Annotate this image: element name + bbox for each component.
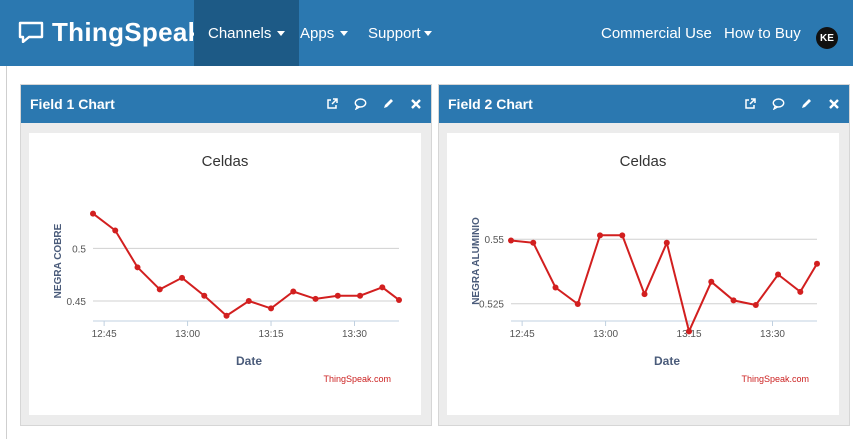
- x-tick-label: 13:00: [593, 329, 618, 340]
- close-icon[interactable]: [409, 97, 423, 111]
- x-tick-label: 13:30: [342, 329, 367, 340]
- data-point: [90, 210, 96, 217]
- field-2-chart-panel: Field 2 Chart Celdas NEGRA ALUMINIO Date…: [438, 84, 850, 426]
- data-point: [396, 296, 402, 303]
- caret-down-icon: [340, 30, 349, 36]
- nav-how-to-buy-label: How to Buy: [724, 24, 801, 42]
- external-link-icon[interactable]: [743, 97, 757, 111]
- y-tick-label: 0.55: [485, 235, 505, 246]
- data-point: [156, 286, 163, 293]
- chat-bubble-icon: [18, 21, 44, 43]
- data-point: [552, 284, 559, 291]
- line-chart: Celdas NEGRA ALUMINIO Date ThingSpeak.co…: [471, 153, 820, 384]
- pencil-icon[interactable]: [799, 97, 813, 111]
- y-tick-label: 0.45: [67, 297, 87, 308]
- nav-channels-label: Channels: [208, 24, 272, 42]
- x-axis-label: Date: [236, 354, 262, 368]
- x-tick-label: 13:30: [760, 329, 785, 340]
- nav-apps[interactable]: Apps: [300, 0, 349, 66]
- data-point: [686, 328, 693, 335]
- credit-link[interactable]: ThingSpeak.com: [323, 374, 391, 384]
- top-navbar: ThingSpeak™ Channels Apps Support Commer…: [0, 0, 853, 66]
- chart-title: Celdas: [202, 153, 249, 170]
- nav-how-to-buy[interactable]: How to Buy: [724, 0, 801, 66]
- comment-icon[interactable]: [771, 97, 785, 111]
- panel-title: Field 2 Chart: [448, 96, 533, 112]
- chart-title: Celdas: [620, 153, 667, 170]
- data-point: [574, 300, 581, 307]
- data-point: [708, 278, 715, 285]
- x-tick-label: 12:45: [92, 329, 117, 340]
- close-icon[interactable]: [827, 97, 841, 111]
- caret-down-icon: [423, 30, 432, 36]
- data-point: [797, 288, 804, 295]
- series-line: [510, 234, 818, 335]
- nav-support[interactable]: Support: [368, 0, 432, 66]
- data-point: [134, 264, 141, 271]
- y-tick-label: 0.5: [72, 244, 86, 255]
- data-point: [290, 288, 297, 295]
- data-point: [619, 232, 626, 239]
- panel-header: Field 1 Chart: [21, 85, 431, 123]
- chart-area: Celdas NEGRA COBRE Date ThingSpeak.com 0…: [29, 133, 421, 415]
- field-1-chart-panel: Field 1 Chart Celdas NEGRA COBRE Date Th…: [20, 84, 432, 426]
- data-point: [775, 271, 782, 278]
- data-point: [597, 232, 604, 239]
- caret-down-icon: [277, 30, 286, 36]
- data-point: [752, 302, 759, 308]
- data-point: [508, 237, 514, 244]
- nav-support-label: Support: [368, 24, 421, 42]
- credit-link[interactable]: ThingSpeak.com: [741, 374, 809, 384]
- nav-channels[interactable]: Channels: [194, 0, 300, 66]
- nav-commercial-use-label: Commercial Use: [601, 24, 712, 42]
- data-point: [357, 292, 364, 299]
- pencil-icon[interactable]: [381, 97, 395, 111]
- y-axis-label: NEGRA ALUMINIO: [471, 217, 482, 305]
- data-point: [179, 274, 186, 281]
- x-tick-label: 13:15: [259, 329, 284, 340]
- comment-icon[interactable]: [353, 97, 367, 111]
- data-point: [641, 291, 648, 298]
- panel-tools: [325, 85, 423, 123]
- data-point: [663, 239, 670, 246]
- data-point: [730, 297, 737, 304]
- nav-apps-label: Apps: [300, 24, 335, 42]
- chart-area: Celdas NEGRA ALUMINIO Date ThingSpeak.co…: [447, 133, 839, 415]
- external-link-icon[interactable]: [325, 97, 339, 111]
- data-point: [201, 292, 208, 299]
- x-tick-label: 13:00: [175, 329, 200, 340]
- x-tick-label: 12:45: [510, 329, 535, 340]
- x-axis-label: Date: [654, 354, 680, 368]
- nav-commercial-use[interactable]: Commercial Use: [601, 0, 712, 66]
- y-tick-label: 0.525: [479, 300, 504, 311]
- panel-header: Field 2 Chart: [439, 85, 849, 123]
- user-avatar[interactable]: KE: [816, 27, 838, 49]
- panel-tools: [743, 85, 841, 123]
- data-point: [223, 312, 230, 319]
- brand-name: ThingSpeak: [52, 16, 203, 47]
- y-axis-label: NEGRA COBRE: [53, 223, 64, 298]
- data-point: [245, 298, 252, 304]
- data-point: [268, 305, 275, 312]
- data-point: [312, 295, 319, 302]
- data-point: [112, 227, 119, 234]
- panel-title: Field 1 Chart: [30, 96, 115, 112]
- data-point: [530, 239, 537, 246]
- data-point: [814, 260, 820, 267]
- data-point: [334, 292, 341, 299]
- data-point: [379, 284, 386, 291]
- line-chart: Celdas NEGRA COBRE Date ThingSpeak.com 0…: [53, 153, 402, 384]
- brand-logo[interactable]: ThingSpeak™: [18, 14, 222, 50]
